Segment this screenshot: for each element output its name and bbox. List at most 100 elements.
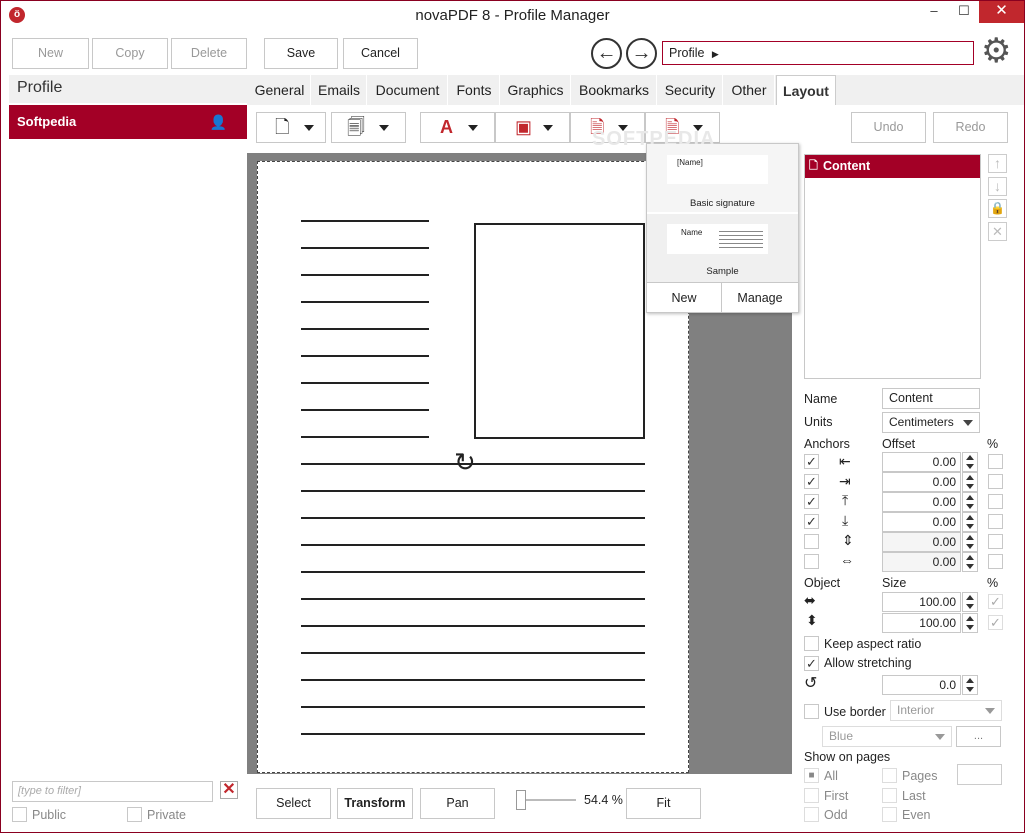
pages-last-checkbox[interactable]: [882, 788, 897, 803]
anchor-vcenter-checkbox[interactable]: [804, 534, 819, 549]
tab-graphics[interactable]: Graphics: [501, 75, 571, 105]
offset-hcenter-stepper[interactable]: [962, 552, 978, 572]
anchor-left-checkbox[interactable]: ✓: [804, 454, 819, 469]
offset-left-input[interactable]: 0.00: [882, 452, 961, 472]
offset-bottom-stepper[interactable]: [962, 512, 978, 532]
rotation-stepper[interactable]: [962, 675, 978, 695]
offset-right-percent-checkbox[interactable]: [988, 474, 1003, 489]
pages-all-checkbox[interactable]: ■: [804, 768, 819, 783]
pages-range-input[interactable]: [957, 764, 1002, 785]
offset-vcenter-percent-checkbox[interactable]: [988, 534, 1003, 549]
border-style-select[interactable]: Interior: [890, 700, 1002, 721]
select-tool-button[interactable]: Select: [256, 788, 331, 819]
offset-top-stepper[interactable]: [962, 492, 978, 512]
content-list[interactable]: 🗋 Content: [804, 154, 981, 379]
offset-vcenter-stepper[interactable]: [962, 532, 978, 552]
public-checkbox[interactable]: [12, 807, 27, 822]
undo-button[interactable]: Undo: [851, 112, 926, 143]
offset-right-stepper[interactable]: [962, 472, 978, 492]
units-select[interactable]: Centimeters: [882, 412, 980, 433]
move-down-icon[interactable]: ↓: [988, 177, 1007, 196]
offset-top-percent-checkbox[interactable]: [988, 494, 1003, 509]
tab-emails[interactable]: Emails: [312, 75, 367, 105]
clear-filter-icon[interactable]: ✕: [220, 781, 238, 799]
tab-layout[interactable]: Layout: [776, 75, 836, 105]
minimize-button[interactable]: –: [919, 1, 949, 23]
move-up-icon[interactable]: ↑: [988, 154, 1007, 173]
offset-vcenter-input[interactable]: 0.00: [882, 532, 961, 552]
use-border-checkbox[interactable]: [804, 704, 819, 719]
anchor-hcenter-checkbox[interactable]: [804, 554, 819, 569]
rotation-input[interactable]: 0.0: [882, 675, 961, 695]
private-checkbox[interactable]: [127, 807, 142, 822]
height-percent-checkbox[interactable]: ✓: [988, 615, 1003, 630]
zoom-slider-thumb[interactable]: [516, 790, 526, 810]
border-color-select[interactable]: Blue: [822, 726, 952, 747]
delete-profile-button[interactable]: Delete: [171, 38, 247, 69]
offset-left-stepper[interactable]: [962, 452, 978, 472]
anchor-top-checkbox[interactable]: ✓: [804, 494, 819, 509]
filter-input[interactable]: [type to filter]: [12, 781, 213, 802]
text-watermark-button[interactable]: A: [420, 112, 495, 143]
keep-aspect-checkbox[interactable]: [804, 636, 819, 651]
forward-arrow-icon[interactable]: →: [626, 38, 657, 69]
image-watermark-button[interactable]: ▣: [495, 112, 570, 143]
anchor-bottom-checkbox[interactable]: ✓: [804, 514, 819, 529]
tab-document[interactable]: Document: [368, 75, 448, 105]
name-input[interactable]: Content: [882, 388, 980, 409]
width-stepper[interactable]: [962, 592, 978, 612]
height-input[interactable]: 100.00: [882, 613, 961, 633]
profile-item-softpedia[interactable]: Softpedia 👤: [9, 105, 247, 139]
border-more-button[interactable]: ...: [956, 726, 1001, 747]
basic-signature-option[interactable]: [Name] Basic signature: [647, 144, 798, 212]
offset-hcenter-percent-checkbox[interactable]: [988, 554, 1003, 569]
offset-bottom-input[interactable]: 0.00: [882, 512, 961, 532]
manage-signature-button[interactable]: Manage: [722, 282, 798, 313]
size-label: Size: [882, 576, 907, 590]
tab-fonts[interactable]: Fonts: [449, 75, 500, 105]
new-profile-button[interactable]: New: [12, 38, 89, 69]
tab-general[interactable]: General: [249, 75, 311, 105]
tab-security[interactable]: Security: [658, 75, 723, 105]
offset-hcenter-input[interactable]: 0.00: [882, 552, 961, 572]
pages-first-checkbox[interactable]: [804, 788, 819, 803]
redo-button[interactable]: Redo: [933, 112, 1008, 143]
page-format-button[interactable]: 🗋: [256, 112, 326, 143]
tab-bookmarks[interactable]: Bookmarks: [572, 75, 657, 105]
content-list-item[interactable]: 🗋 Content: [805, 155, 980, 178]
close-button[interactable]: ✕: [979, 1, 1024, 23]
maximize-button[interactable]: ☐: [949, 1, 979, 23]
tab-other[interactable]: Other: [724, 75, 775, 105]
offset-bottom-percent-checkbox[interactable]: [988, 514, 1003, 529]
zoom-slider[interactable]: [516, 790, 576, 810]
lock-icon[interactable]: 🔒: [988, 199, 1007, 218]
offset-top-input[interactable]: 0.00: [882, 492, 961, 512]
back-arrow-icon[interactable]: ←: [591, 38, 622, 69]
cancel-button[interactable]: Cancel: [343, 38, 418, 69]
save-button[interactable]: Save: [264, 38, 338, 69]
anchor-right-checkbox[interactable]: ✓: [804, 474, 819, 489]
width-percent-checkbox[interactable]: ✓: [988, 594, 1003, 609]
pages-pages-checkbox[interactable]: [882, 768, 897, 783]
width-input[interactable]: 100.00: [882, 592, 961, 612]
copy-page-button[interactable]: 🗐: [331, 112, 406, 143]
pages-odd-checkbox[interactable]: [804, 807, 819, 822]
rotate-handle-icon[interactable]: ↻: [454, 449, 476, 475]
transform-tool-button[interactable]: Transform: [337, 788, 413, 819]
remove-icon[interactable]: ✕: [988, 222, 1007, 241]
pan-tool-button[interactable]: Pan: [420, 788, 495, 819]
new-signature-button[interactable]: New: [647, 282, 722, 313]
allow-stretch-checkbox[interactable]: ✓: [804, 656, 819, 671]
sidebar: Profile Softpedia 👤: [9, 75, 247, 771]
offset-right-input[interactable]: 0.00: [882, 472, 961, 492]
offset-left-percent-checkbox[interactable]: [988, 454, 1003, 469]
gear-icon[interactable]: ⚙: [981, 34, 1011, 68]
page-preview[interactable]: ↻: [257, 161, 689, 773]
sample-signature-option[interactable]: Name Sample: [647, 214, 798, 282]
fit-button[interactable]: Fit: [626, 788, 701, 819]
pages-even-checkbox[interactable]: [882, 807, 897, 822]
height-stepper[interactable]: [962, 613, 978, 633]
breadcrumb[interactable]: Profile ▶: [662, 41, 974, 65]
main-window: ö novaPDF 8 - Profile Manager – ☐ ✕ New …: [0, 0, 1025, 833]
copy-profile-button[interactable]: Copy: [92, 38, 168, 69]
